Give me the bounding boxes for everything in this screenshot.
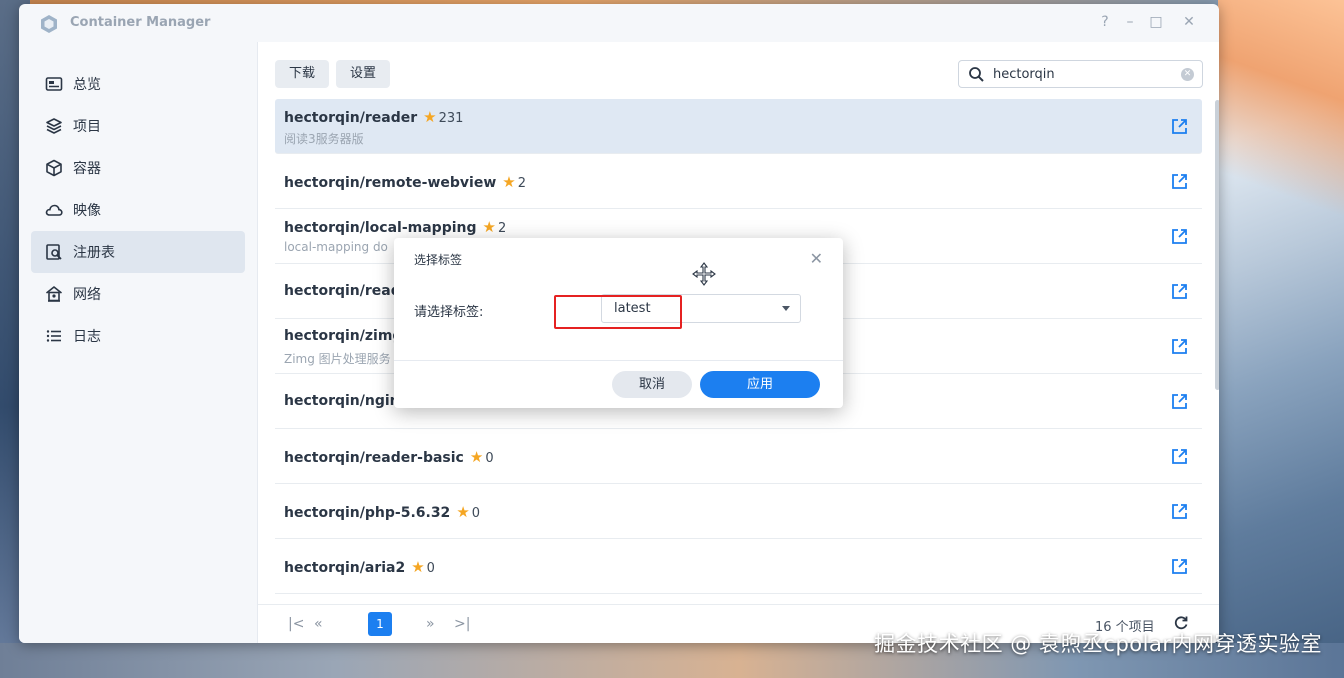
- star-icon: ★: [469, 448, 484, 466]
- row-name: hectorqin/read: [284, 283, 401, 299]
- row-description: Zimg 图片处理服务: [284, 352, 391, 366]
- dialog-title: 选择标签: [414, 253, 463, 267]
- row-name: hectorqin/zimg: [284, 328, 403, 344]
- external-link-icon[interactable]: [1171, 393, 1188, 410]
- external-link-icon[interactable]: [1171, 448, 1188, 465]
- select-tag-dialog: 选择标签 ✕ 请选择标签: latest 取消 应用: [394, 238, 843, 408]
- maximize-icon[interactable]: □: [1147, 13, 1165, 31]
- watermark: 掘金技术社区 @ 袁煦丞cpolar内网穿透实验室: [874, 632, 1322, 656]
- search-icon: [969, 67, 984, 82]
- minimize-icon[interactable]: –: [1121, 13, 1139, 31]
- external-link-icon[interactable]: [1171, 558, 1188, 575]
- search-value: hectorqin: [993, 67, 1055, 82]
- sidebar-item-container[interactable]: 容器: [31, 147, 245, 189]
- search-input[interactable]: hectorqin ✕: [958, 60, 1203, 88]
- table-row[interactable]: hectorqin/aria2 ★ 0: [275, 539, 1202, 594]
- cancel-button[interactable]: 取消: [612, 371, 692, 398]
- overview-icon: [45, 77, 63, 91]
- chevron-down-icon: [782, 306, 790, 311]
- first-page-icon[interactable]: |<: [288, 616, 304, 632]
- external-link-icon[interactable]: [1171, 338, 1188, 355]
- last-page-icon[interactable]: >|: [454, 616, 470, 632]
- external-link-icon[interactable]: [1171, 283, 1188, 300]
- tag-label: 请选择标签:: [414, 305, 484, 320]
- apply-button[interactable]: 应用: [700, 371, 820, 398]
- star-count: 2: [497, 221, 507, 236]
- star-count: 2: [517, 176, 527, 191]
- current-page-button[interactable]: 1: [368, 612, 392, 636]
- star-icon: ★: [502, 173, 516, 191]
- next-page-icon[interactable]: »: [426, 616, 435, 632]
- star-icon: ★: [482, 218, 496, 236]
- table-row[interactable]: hectorqin/php-5.6.32 ★ 0: [275, 484, 1202, 539]
- row-name: hectorqin/remote-webview: [284, 175, 497, 191]
- row-name: hectorqin/aria2: [284, 560, 406, 576]
- sidebar-item-project[interactable]: 项目: [31, 105, 245, 147]
- star-icon: ★: [456, 503, 470, 521]
- registry-icon: [46, 244, 62, 260]
- log-icon: [46, 330, 61, 342]
- row-name: hectorqin/php-5.6.32: [284, 505, 451, 521]
- project-icon: [46, 118, 62, 134]
- table-row[interactable]: hectorqin/reader-basic ★ 0: [275, 429, 1202, 484]
- row-name: hectorqin/reader: [284, 110, 418, 126]
- row-name: hectorqin/reader-basic: [284, 450, 464, 466]
- sidebar-item-label: 容器: [73, 161, 101, 177]
- star-icon: ★: [411, 558, 425, 576]
- star-count: 0: [485, 451, 494, 466]
- desktop-background-right: [1218, 0, 1344, 678]
- network-icon: [46, 286, 62, 302]
- sidebar-item-label: 注册表: [73, 245, 115, 261]
- row-name: hectorqin/ngin: [284, 393, 400, 409]
- sidebar-item-label: 日志: [73, 329, 101, 345]
- table-row[interactable]: hectorqin/remote-webview ★ 2: [275, 154, 1202, 209]
- row-description: 阅读3服务器版: [284, 132, 364, 146]
- external-link-icon[interactable]: [1171, 228, 1188, 245]
- star-icon: ★: [423, 108, 437, 126]
- container-manager-logo-icon: [41, 15, 57, 33]
- move-cursor-icon: [692, 262, 716, 286]
- download-button[interactable]: 下载: [275, 60, 330, 88]
- close-icon[interactable]: ✕: [1180, 13, 1198, 31]
- sidebar-item-image[interactable]: 映像: [31, 189, 245, 231]
- external-link-icon[interactable]: [1171, 173, 1188, 190]
- row-description: local-mapping do: [284, 240, 388, 254]
- annotation-highlight-box: [554, 295, 682, 329]
- scrollbar[interactable]: [1215, 100, 1219, 390]
- previous-page-icon[interactable]: «: [314, 616, 323, 632]
- star-count: 0: [471, 506, 481, 521]
- sidebar-item-registry[interactable]: 注册表: [31, 231, 245, 273]
- sidebar: 总览 项目 容器 映像 注册表 网络 日志: [19, 42, 257, 643]
- dialog-close-icon[interactable]: ✕: [810, 249, 823, 268]
- container-icon: [46, 159, 62, 177]
- row-name: hectorqin/local-mapping: [284, 220, 477, 236]
- sidebar-item-label: 映像: [73, 203, 101, 219]
- external-link-icon[interactable]: [1171, 503, 1188, 520]
- sidebar-item-label: 项目: [73, 119, 101, 135]
- clear-search-icon[interactable]: ✕: [1181, 68, 1194, 81]
- settings-button[interactable]: 设置: [336, 60, 391, 88]
- sidebar-item-overview[interactable]: 总览: [31, 63, 245, 105]
- image-icon: [45, 204, 63, 216]
- window-title: Container Manager: [70, 15, 211, 30]
- external-link-icon[interactable]: [1171, 118, 1188, 135]
- dialog-divider: [394, 360, 843, 361]
- help-icon[interactable]: ?: [1096, 13, 1114, 31]
- sidebar-item-log[interactable]: 日志: [31, 315, 245, 357]
- title-bar[interactable]: Container Manager ? – □ ✕: [19, 4, 1219, 42]
- sidebar-item-label: 网络: [73, 287, 101, 303]
- star-count: 231: [438, 111, 464, 126]
- sidebar-item-label: 总览: [73, 77, 101, 93]
- sidebar-item-network[interactable]: 网络: [31, 273, 245, 315]
- table-row[interactable]: hectorqin/reader ★ 231 阅读3服务器版: [275, 99, 1202, 154]
- star-count: 0: [426, 561, 435, 576]
